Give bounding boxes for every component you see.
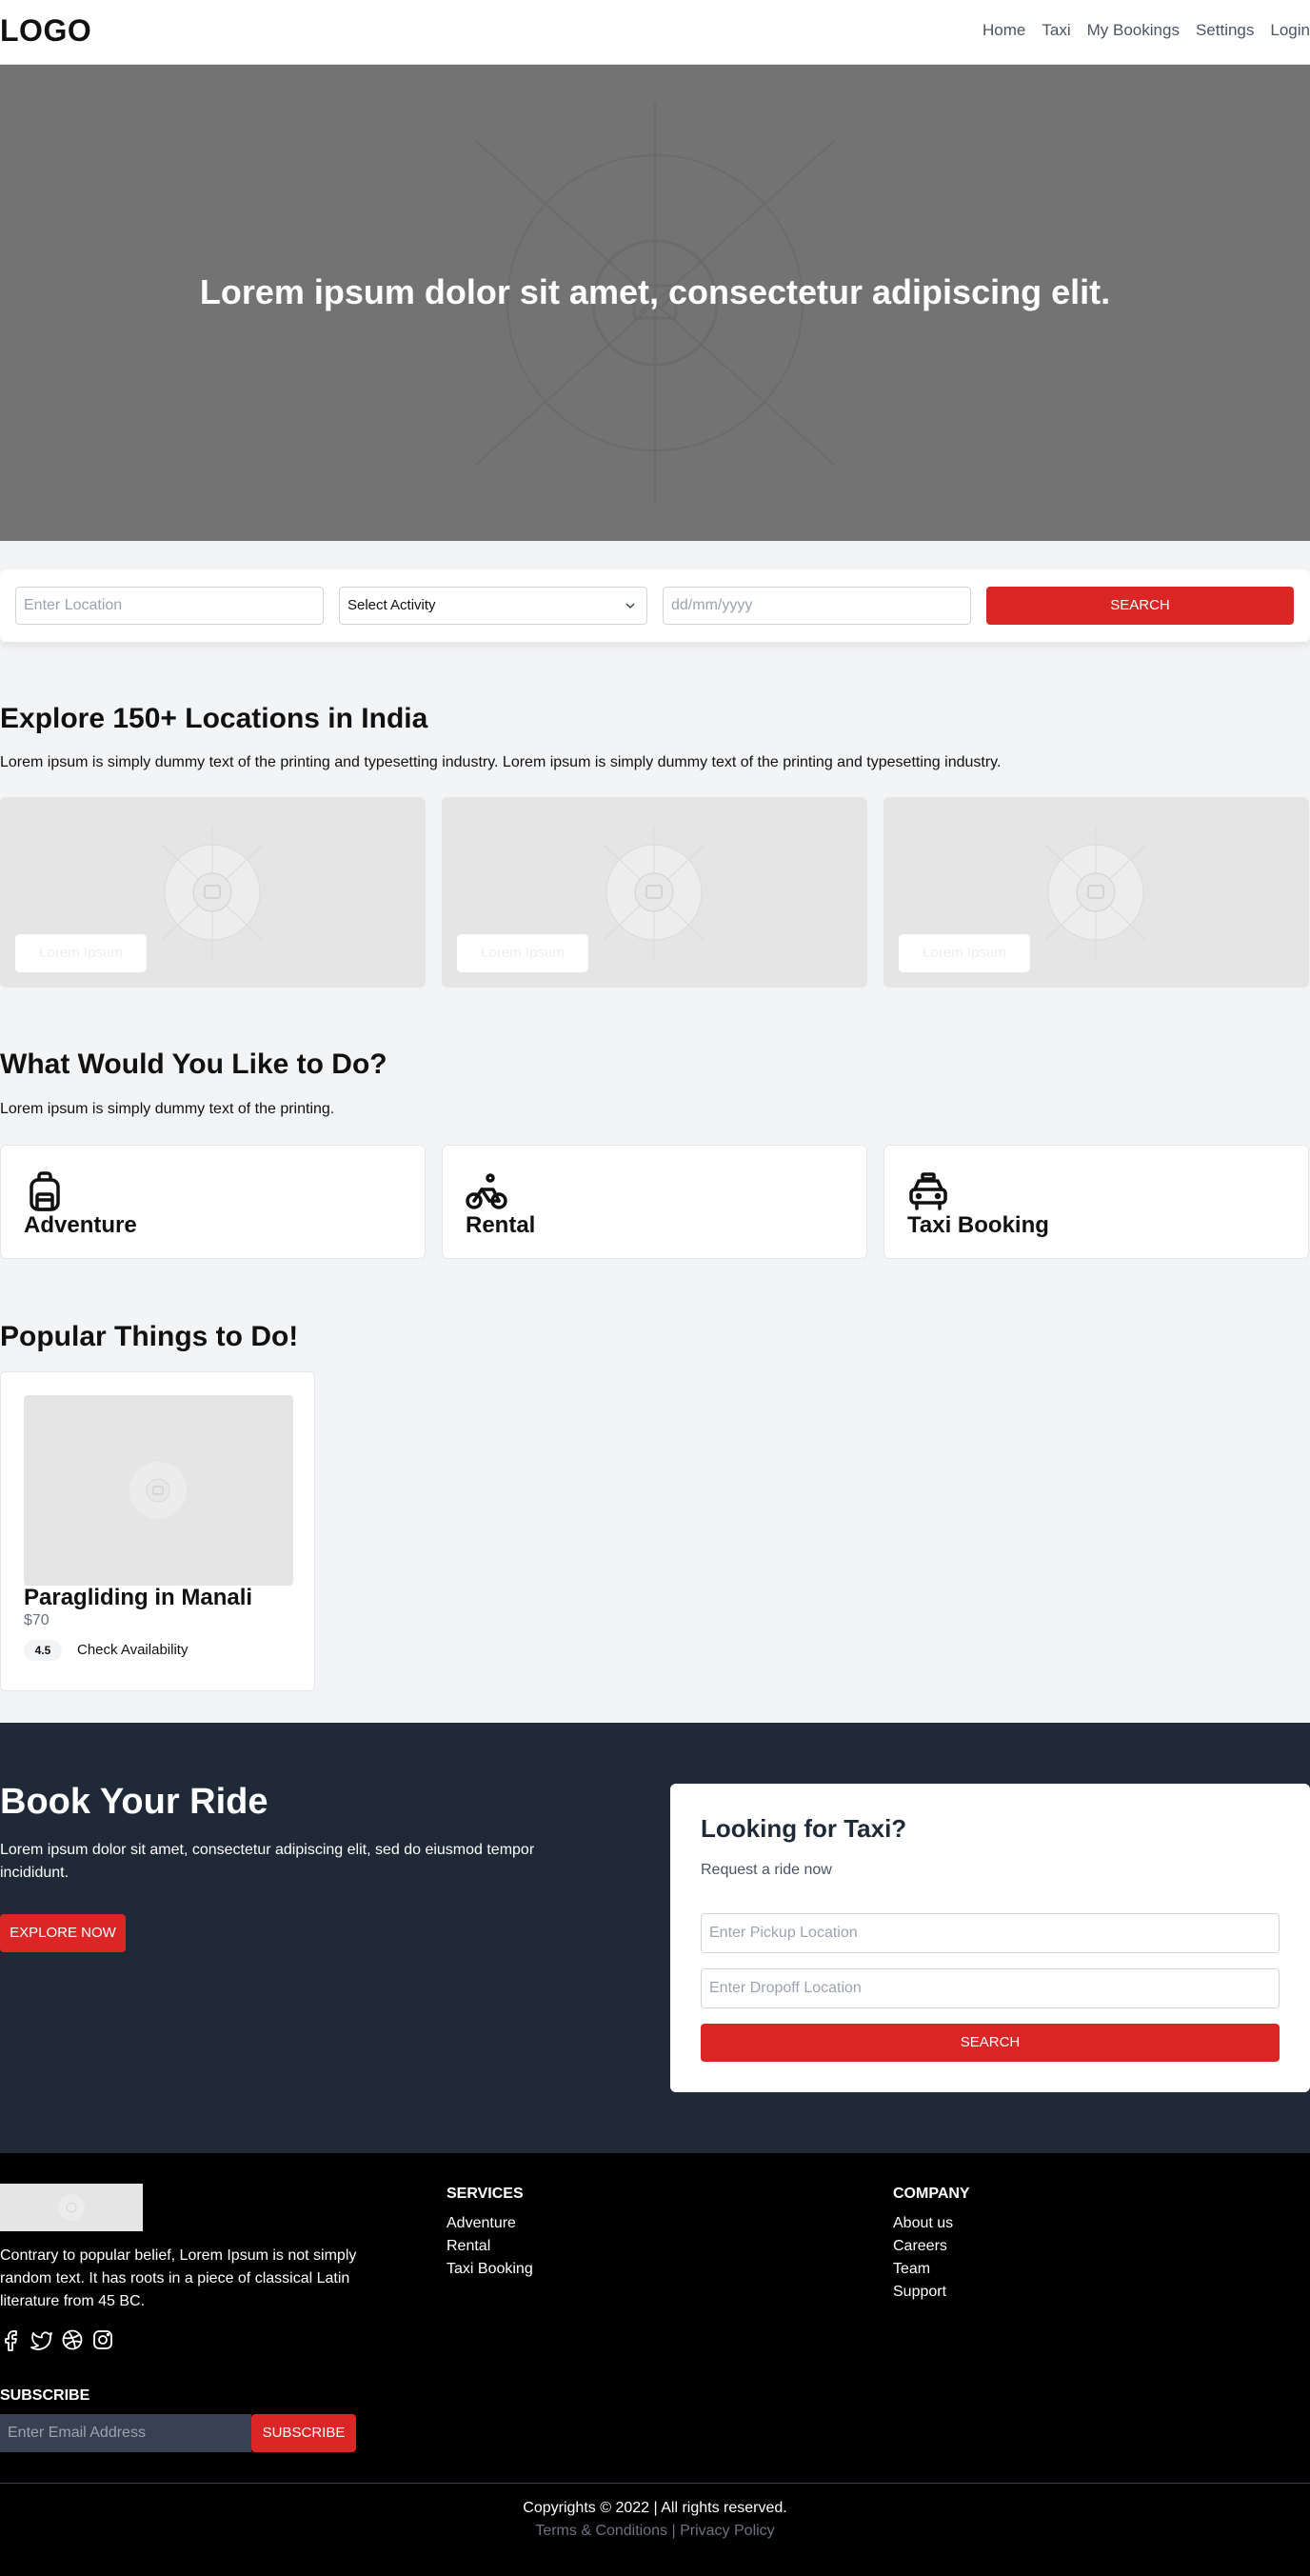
dribbble-icon[interactable] xyxy=(61,2328,84,2351)
legal-separator: | xyxy=(671,2523,676,2539)
social-links xyxy=(0,2328,114,2351)
popular-card-title: Paragliding in Manali xyxy=(24,1585,253,1610)
activity-label: Rental xyxy=(466,1212,536,1238)
taxi-card-title: Looking for Taxi? xyxy=(701,1814,907,1843)
subscribe-button[interactable]: SUBSCRIBE xyxy=(251,2414,356,2452)
explore-now-button[interactable]: EXPLORE NOW xyxy=(0,1914,126,1952)
services-list: Adventure Rental Taxi Booking xyxy=(447,2212,533,2281)
book-title: Book Your Ride xyxy=(0,1782,268,1822)
location-input[interactable]: Enter Location xyxy=(15,587,324,625)
date-input[interactable]: dd/mm/yyyy xyxy=(663,587,971,625)
taxi-request-card: Looking for Taxi? Request a ride now Ent… xyxy=(670,1784,1310,2092)
footer-link-careers[interactable]: Careers xyxy=(893,2235,953,2258)
facebook-icon[interactable] xyxy=(0,2328,23,2351)
header: LOGO Home Taxi My Bookings Settings Logi… xyxy=(0,0,1310,65)
footer-link-rental[interactable]: Rental xyxy=(447,2235,533,2258)
explore-subtitle: Lorem ipsum is simply dummy text of the … xyxy=(0,754,1002,770)
taxi-icon xyxy=(909,1172,947,1210)
popular-title: Popular Things to Do! xyxy=(0,1321,299,1352)
copyright: Copyrights © 2022 | All rights reserved. xyxy=(523,2500,787,2516)
explore-title: Explore 150+ Locations in India xyxy=(0,703,428,734)
activity-label: Taxi Booking xyxy=(907,1212,1049,1238)
activity-label: Adventure xyxy=(24,1212,137,1238)
activity-card-rental[interactable]: Rental xyxy=(442,1145,867,1259)
pickup-location-input[interactable]: Enter Pickup Location xyxy=(701,1913,1280,1953)
nav-home[interactable]: Home xyxy=(982,21,1025,40)
taxi-search-button[interactable]: SEARCH xyxy=(701,2024,1280,2062)
activity-card-taxi-booking[interactable]: Taxi Booking xyxy=(883,1145,1309,1259)
location-card-label: Lorem Ipsum xyxy=(899,934,1030,972)
nav-settings[interactable]: Settings xyxy=(1196,21,1254,40)
popular-card-price: $70 xyxy=(24,1612,50,1628)
location-card[interactable]: Lorem Ipsum xyxy=(0,797,426,988)
footer-link-taxi-booking[interactable]: Taxi Booking xyxy=(447,2258,533,2281)
main-nav: Home Taxi My Bookings Settings Login xyxy=(966,21,1310,40)
privacy-link[interactable]: Privacy Policy xyxy=(680,2523,775,2539)
search-button[interactable]: SEARCH xyxy=(986,587,1294,625)
bicycle-icon xyxy=(466,1173,507,1209)
rating-badge: 4.5 xyxy=(24,1640,62,1661)
location-card-label: Lorem Ipsum xyxy=(457,934,588,972)
footer: Contrary to popular belief, Lorem Ipsum … xyxy=(0,2153,1310,2576)
footer-link-adventure[interactable]: Adventure xyxy=(447,2212,533,2235)
terms-link[interactable]: Terms & Conditions xyxy=(535,2523,667,2539)
email-input[interactable]: Enter Email Address xyxy=(0,2414,251,2452)
instagram-icon[interactable] xyxy=(91,2328,114,2351)
nav-my-bookings[interactable]: My Bookings xyxy=(1087,21,1180,40)
activities-title: What Would You Like to Do? xyxy=(0,1048,387,1080)
check-availability-link[interactable]: Check Availability xyxy=(77,1642,188,1658)
location-card-label: Lorem Ipsum xyxy=(15,934,147,972)
hero-banner: Lorem ipsum dolor sit amet, consectetur … xyxy=(0,65,1310,541)
company-heading: COMPANY xyxy=(893,2186,970,2202)
nav-login[interactable]: Login xyxy=(1270,21,1310,40)
location-card[interactable]: Lorem Ipsum xyxy=(442,797,867,988)
logo[interactable]: LOGO xyxy=(0,13,91,49)
search-bar: Enter Location Select Activity dd/mm/yyy… xyxy=(0,569,1310,642)
footer-divider xyxy=(0,2483,1310,2484)
legal-links: Terms & Conditions | Privacy Policy xyxy=(0,2523,1310,2540)
activity-card-adventure[interactable]: Adventure xyxy=(0,1145,426,1259)
footer-link-team[interactable]: Team xyxy=(893,2258,953,2281)
company-list: About us Careers Team Support xyxy=(893,2212,953,2304)
footer-about: Contrary to popular belief, Lorem Ipsum … xyxy=(0,2247,357,2309)
taxi-card-subtitle: Request a ride now xyxy=(701,1862,832,1878)
popular-card-image xyxy=(24,1395,293,1586)
backpack-icon xyxy=(30,1171,60,1211)
image-placeholder-icon xyxy=(58,2194,85,2221)
activity-select[interactable]: Select Activity xyxy=(339,587,647,625)
footer-link-support[interactable]: Support xyxy=(893,2281,953,2304)
image-placeholder-icon xyxy=(129,1462,187,1519)
subscribe-heading: SUBSCRIBE xyxy=(0,2387,90,2404)
book-ride-section: Book Your Ride Lorem ipsum dolor sit ame… xyxy=(0,1723,1310,2153)
dropoff-location-input[interactable]: Enter Dropoff Location xyxy=(701,1968,1280,2008)
activity-select-value: Select Activity xyxy=(347,597,436,613)
twitter-icon[interactable] xyxy=(30,2328,53,2351)
activities-subtitle: Lorem ipsum is simply dummy text of the … xyxy=(0,1101,335,1117)
location-card[interactable]: Lorem Ipsum xyxy=(883,797,1309,988)
footer-logo[interactable] xyxy=(0,2184,143,2231)
services-heading: SERVICES xyxy=(447,2186,524,2202)
popular-card[interactable]: Paragliding in Manali $70 4.5 Check Avai… xyxy=(0,1371,315,1691)
book-description: Lorem ipsum dolor sit amet, consectetur … xyxy=(0,1842,535,1881)
chevron-down-icon xyxy=(625,603,635,609)
nav-taxi[interactable]: Taxi xyxy=(1042,21,1070,40)
footer-link-about-us[interactable]: About us xyxy=(893,2212,953,2235)
hero-title: Lorem ipsum dolor sit amet, consectetur … xyxy=(199,272,1111,311)
